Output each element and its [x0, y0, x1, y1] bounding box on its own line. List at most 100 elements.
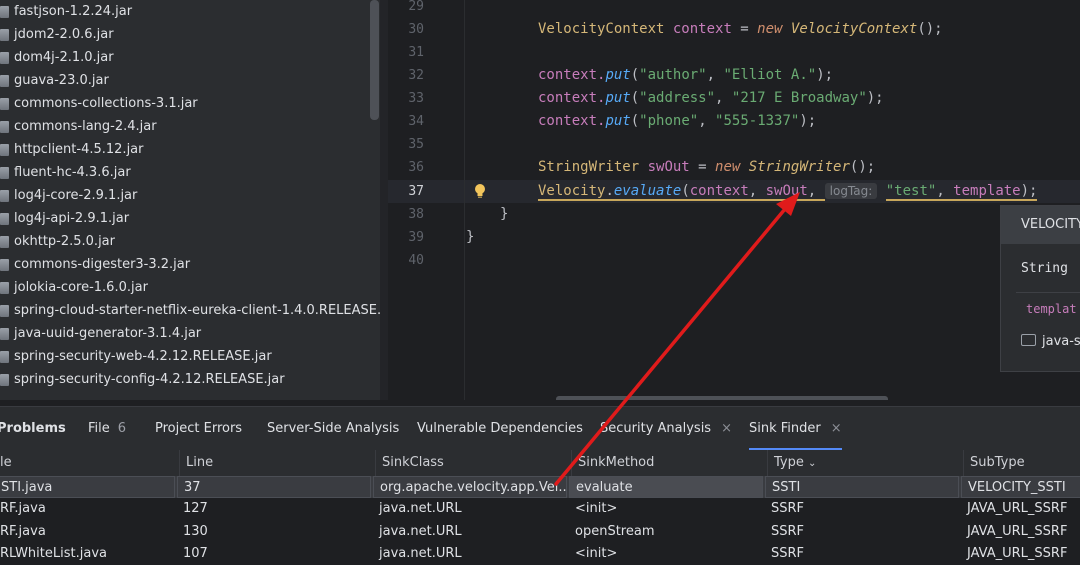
folder-icon	[1021, 334, 1036, 346]
jar-icon	[0, 166, 9, 179]
cell-subtype: VELOCITY_SSTI	[961, 476, 1080, 498]
line-number: 39	[408, 230, 424, 245]
code-line-37[interactable]: Velocity.evaluate(context, swOut, logTag…	[538, 180, 1038, 203]
code-line-39[interactable]: }	[466, 226, 474, 249]
table-row[interactable]: RF.java 130 java.net.URL openStream SSRF…	[0, 521, 1080, 543]
line-number: 34	[408, 114, 424, 129]
cell-sinkclass: org.apache.velocity.app.Vel...	[373, 476, 567, 498]
library-item[interactable]: commons-collections-3.1.jar	[0, 92, 198, 115]
library-item[interactable]: log4j-core-2.9.1.jar	[0, 184, 137, 207]
library-item[interactable]: spring-cloud-starter-netflix-eureka-clie…	[0, 299, 380, 322]
column-header-file[interactable]: le	[0, 450, 179, 476]
jar-icon	[0, 235, 9, 248]
code-line-36[interactable]: StringWriter swOut = new StringWriter();	[538, 156, 875, 179]
jar-icon	[0, 5, 9, 18]
library-item[interactable]: log4j-api-2.9.1.jar	[0, 207, 129, 230]
column-header-sinkclass[interactable]: SinkClass	[375, 450, 571, 476]
cell-sinkclass: java.net.URL	[379, 546, 462, 561]
library-item[interactable]: dom4j-2.1.0.jar	[0, 46, 114, 69]
gutter-separator	[464, 0, 465, 400]
documentation-popup[interactable]: VELOCITY String templat java-s	[1000, 205, 1080, 372]
cell-type: SSTI	[765, 476, 959, 498]
line-number-current: 37	[408, 184, 424, 199]
jar-icon	[0, 350, 9, 363]
library-item[interactable]: commons-lang-2.4.jar	[0, 115, 157, 138]
cell-line: 37	[177, 476, 371, 498]
popup-header: VELOCITY	[1001, 206, 1080, 244]
column-header-sinkmethod[interactable]: SinkMethod	[571, 450, 767, 476]
popup-divider	[1016, 292, 1080, 293]
table-row[interactable]: RF.java 127 java.net.URL <init> SSRF JAV…	[0, 498, 1080, 520]
tab-sink-finder[interactable]: Sink Finder ×	[749, 407, 842, 450]
sidebar-scrollbar[interactable]	[370, 0, 379, 120]
code-line-34[interactable]: context.put("phone", "555-1337");	[538, 110, 816, 133]
cell-file: RLWhiteList.java	[0, 546, 107, 561]
cell-sinkmethod: evaluate	[569, 476, 763, 498]
code-line-33[interactable]: context.put("address", "217 E Broadway")…	[538, 87, 884, 110]
library-item[interactable]: jdom2-2.0.6.jar	[0, 23, 114, 46]
library-item[interactable]: fastjson-1.2.24.jar	[0, 0, 132, 23]
project-sidebar: fastjson-1.2.24.jar jdom2-2.0.6.jar dom4…	[0, 0, 380, 400]
cell-sinkclass: java.net.URL	[379, 524, 462, 539]
library-item[interactable]: fluent-hc-4.3.6.jar	[0, 161, 131, 184]
cell-line: 130	[183, 524, 208, 539]
cell-sinkmethod: <init>	[575, 501, 618, 516]
cell-sinkclass: java.net.URL	[379, 501, 462, 516]
library-item[interactable]: httpclient-4.5.12.jar	[0, 138, 144, 161]
cell-line: 107	[183, 546, 208, 561]
tool-window-tabs: Problems File 6 Project Errors Server-Sid…	[0, 406, 1080, 450]
cell-file: RF.java	[0, 524, 46, 539]
code-line-30[interactable]: VelocityContext context = new VelocityCo…	[538, 18, 943, 41]
jar-icon	[0, 143, 9, 156]
jar-icon	[0, 258, 9, 271]
tab-vulnerable-dependencies[interactable]: Vulnerable Dependencies	[417, 407, 583, 450]
popup-param: templat	[1026, 302, 1077, 316]
jar-icon	[0, 304, 9, 317]
jar-icon	[0, 327, 9, 340]
library-item[interactable]: spring-security-web-4.2.12.RELEASE.jar	[0, 345, 272, 368]
table-header: le Line SinkClass SinkMethod Type ⌄ SubT…	[0, 450, 1080, 476]
library-item[interactable]: guava-23.0.jar	[0, 69, 109, 92]
popup-type: String	[1021, 261, 1068, 276]
column-header-line[interactable]: Line	[179, 450, 375, 476]
cell-subtype: JAVA_URL_SSRF	[967, 546, 1068, 561]
library-item[interactable]: java-uuid-generator-3.1.4.jar	[0, 322, 201, 345]
library-item[interactable]: okhttp-2.5.0.jar	[0, 230, 115, 253]
code-line-38[interactable]: }	[500, 203, 508, 226]
line-number: 40	[408, 253, 424, 268]
jar-icon	[0, 281, 9, 294]
line-number: 30	[408, 22, 424, 37]
library-item[interactable]: commons-digester3-3.2.jar	[0, 253, 190, 276]
code-line-32[interactable]: context.put("author", "Elliot A.");	[538, 64, 833, 87]
close-icon[interactable]: ×	[831, 421, 842, 436]
library-item[interactable]: jolokia-core-1.6.0.jar	[0, 276, 148, 299]
chevron-down-icon: ⌄	[808, 458, 817, 469]
jar-icon	[0, 97, 9, 110]
line-number: 36	[408, 160, 424, 175]
line-number: 38	[408, 207, 424, 222]
line-number: 32	[408, 68, 424, 83]
line-number: 33	[408, 91, 424, 106]
table-row-selected[interactable]: STI.java 37 org.apache.velocity.app.Vel.…	[0, 476, 1080, 498]
tab-file[interactable]: File 6	[88, 407, 126, 450]
cell-file: STI.java	[0, 476, 175, 498]
cell-subtype: JAVA_URL_SSRF	[967, 524, 1068, 539]
column-header-subtype[interactable]: SubType	[963, 450, 1080, 476]
close-icon[interactable]: ×	[721, 421, 732, 436]
panel-divider[interactable]	[380, 0, 388, 400]
code-editor[interactable]: 29 30 31 32 33 34 35 36 37 38 39 40 Velo…	[388, 0, 1080, 400]
tab-security-analysis[interactable]: Security Analysis ×	[600, 407, 732, 450]
cell-sinkmethod: openStream	[575, 524, 655, 539]
popup-module[interactable]: java-s	[1021, 334, 1080, 349]
editor-horizontal-scrollbar[interactable]	[556, 396, 888, 400]
tab-problems[interactable]: Problems	[0, 407, 66, 450]
column-header-type[interactable]: Type ⌄	[767, 450, 963, 476]
tab-project-errors[interactable]: Project Errors	[155, 407, 242, 450]
lightbulb-icon[interactable]	[474, 183, 486, 199]
table-row[interactable]: RLWhiteList.java 107 java.net.URL <init>…	[0, 543, 1080, 565]
parameter-hint: logTag:	[824, 183, 878, 199]
library-item[interactable]: spring-security-config-4.2.12.RELEASE.ja…	[0, 368, 285, 391]
cell-subtype: JAVA_URL_SSRF	[967, 501, 1068, 516]
jar-icon	[0, 51, 9, 64]
tab-server-side-analysis[interactable]: Server-Side Analysis	[267, 407, 399, 450]
